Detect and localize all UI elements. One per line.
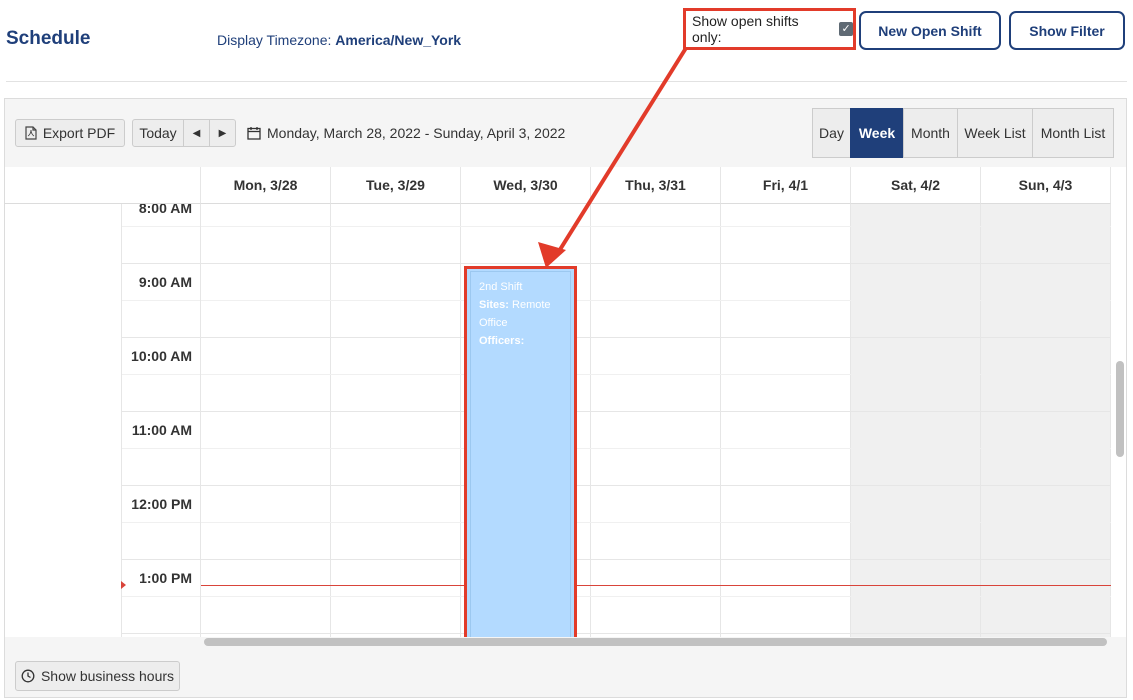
new-open-shift-button[interactable]: New Open Shift [859,11,1001,50]
hour-line [121,633,1111,634]
time-label: 12:00 PM [131,496,192,512]
day-column-fri[interactable] [721,204,851,637]
half-hour-line [121,374,1111,375]
half-hour-line [121,522,1111,523]
calendar-panel: Export PDF Today ◀ ▶ Monday, March 28, 2… [4,98,1127,698]
hour-line [121,411,1111,412]
open-shifts-checkbox[interactable]: ✓ [839,22,853,36]
show-business-hours-button[interactable]: Show business hours [15,661,180,691]
calendar-icon [247,127,261,140]
day-header-wed: Wed, 3/30 [461,167,591,204]
next-week-button[interactable]: ▶ [209,119,236,147]
day-header-tue: Tue, 3/29 [331,167,461,204]
hour-line [121,263,1111,264]
export-pdf-label: Export PDF [42,125,116,141]
day-column-tue[interactable] [331,204,461,637]
shift-sites-label: Sites: [479,299,509,311]
horizontal-scrollbar[interactable] [204,638,1107,646]
timezone-display: Display Timezone: America/New_York [217,32,461,48]
time-label: 1:00 PM [139,570,192,586]
half-hour-line [121,226,1111,227]
time-gutter: 8:00 AM 9:00 AM 10:00 AM 11:00 AM 12:00 … [121,204,201,637]
time-label: 8:00 AM [138,204,192,216]
pdf-file-icon [25,126,37,140]
day-header-mon: Mon, 3/28 [201,167,331,204]
chevron-left-icon: ◀ [192,127,201,139]
show-business-hours-label: Show business hours [40,668,175,684]
timezone-label: Display Timezone: [217,32,332,48]
half-hour-line [121,300,1111,301]
time-gutter-header [5,167,201,204]
time-label: 11:00 AM [131,422,192,438]
clock-icon [21,669,35,683]
day-column-mon[interactable] [201,204,331,637]
week-grid: Mon, 3/28 Tue, 3/29 Wed, 3/30 Thu, 3/31 … [5,167,1126,637]
date-range-label: Monday, March 28, 2022 - Sunday, April 3… [267,125,566,141]
vertical-scrollbar[interactable] [1116,361,1124,457]
day-header-sun: Sun, 4/3 [981,167,1111,204]
header-divider [6,81,1127,82]
date-range[interactable]: Monday, March 28, 2022 - Sunday, April 3… [247,125,565,141]
half-hour-line [121,448,1111,449]
day-column-sun[interactable] [981,204,1111,637]
open-shifts-toggle[interactable]: Show open shifts only: ✓ [683,8,856,50]
time-label: 10:00 AM [131,348,192,364]
hour-line [121,337,1111,338]
shift-title: 2nd Shift [479,281,523,293]
view-switcher: Day Week Month Week List Month List [812,108,1114,158]
export-pdf-button[interactable]: Export PDF [15,119,125,147]
shift-officers-label: Officers: [479,335,525,347]
shift-sites: Sites: Remote Office [479,296,562,332]
day-column-sat[interactable] [851,204,981,637]
timezone-value[interactable]: America/New_York [335,32,461,48]
page-title: Schedule [6,28,91,49]
day-column-thu[interactable] [591,204,721,637]
today-button[interactable]: Today [132,119,184,147]
view-week-button[interactable]: Week [850,108,904,158]
shift-event[interactable]: 2nd Shift Sites: Remote Office Officers: [464,266,577,637]
view-week-list-button[interactable]: Week List [957,108,1033,158]
view-month-button[interactable]: Month [903,108,958,158]
half-hour-line [121,596,1111,597]
chevron-right-icon: ▶ [218,127,227,139]
day-header-thu: Thu, 3/31 [591,167,721,204]
hour-line [121,559,1111,560]
open-shifts-label: Show open shifts only: [692,13,799,45]
show-filter-button[interactable]: Show Filter [1009,11,1125,50]
current-time-arrow-icon [121,581,126,589]
shift-event-body: 2nd Shift Sites: Remote Office Officers: [470,271,571,637]
time-grid[interactable]: 8:00 AM 9:00 AM 10:00 AM 11:00 AM 12:00 … [5,204,1111,637]
hour-line [121,485,1111,486]
view-day-button[interactable]: Day [812,108,851,158]
view-month-list-button[interactable]: Month List [1032,108,1114,158]
day-header-sat: Sat, 4/2 [851,167,981,204]
prev-week-button[interactable]: ◀ [183,119,210,147]
day-header-fri: Fri, 4/1 [721,167,851,204]
current-time-line [201,585,1111,586]
time-label: 9:00 AM [138,274,192,290]
